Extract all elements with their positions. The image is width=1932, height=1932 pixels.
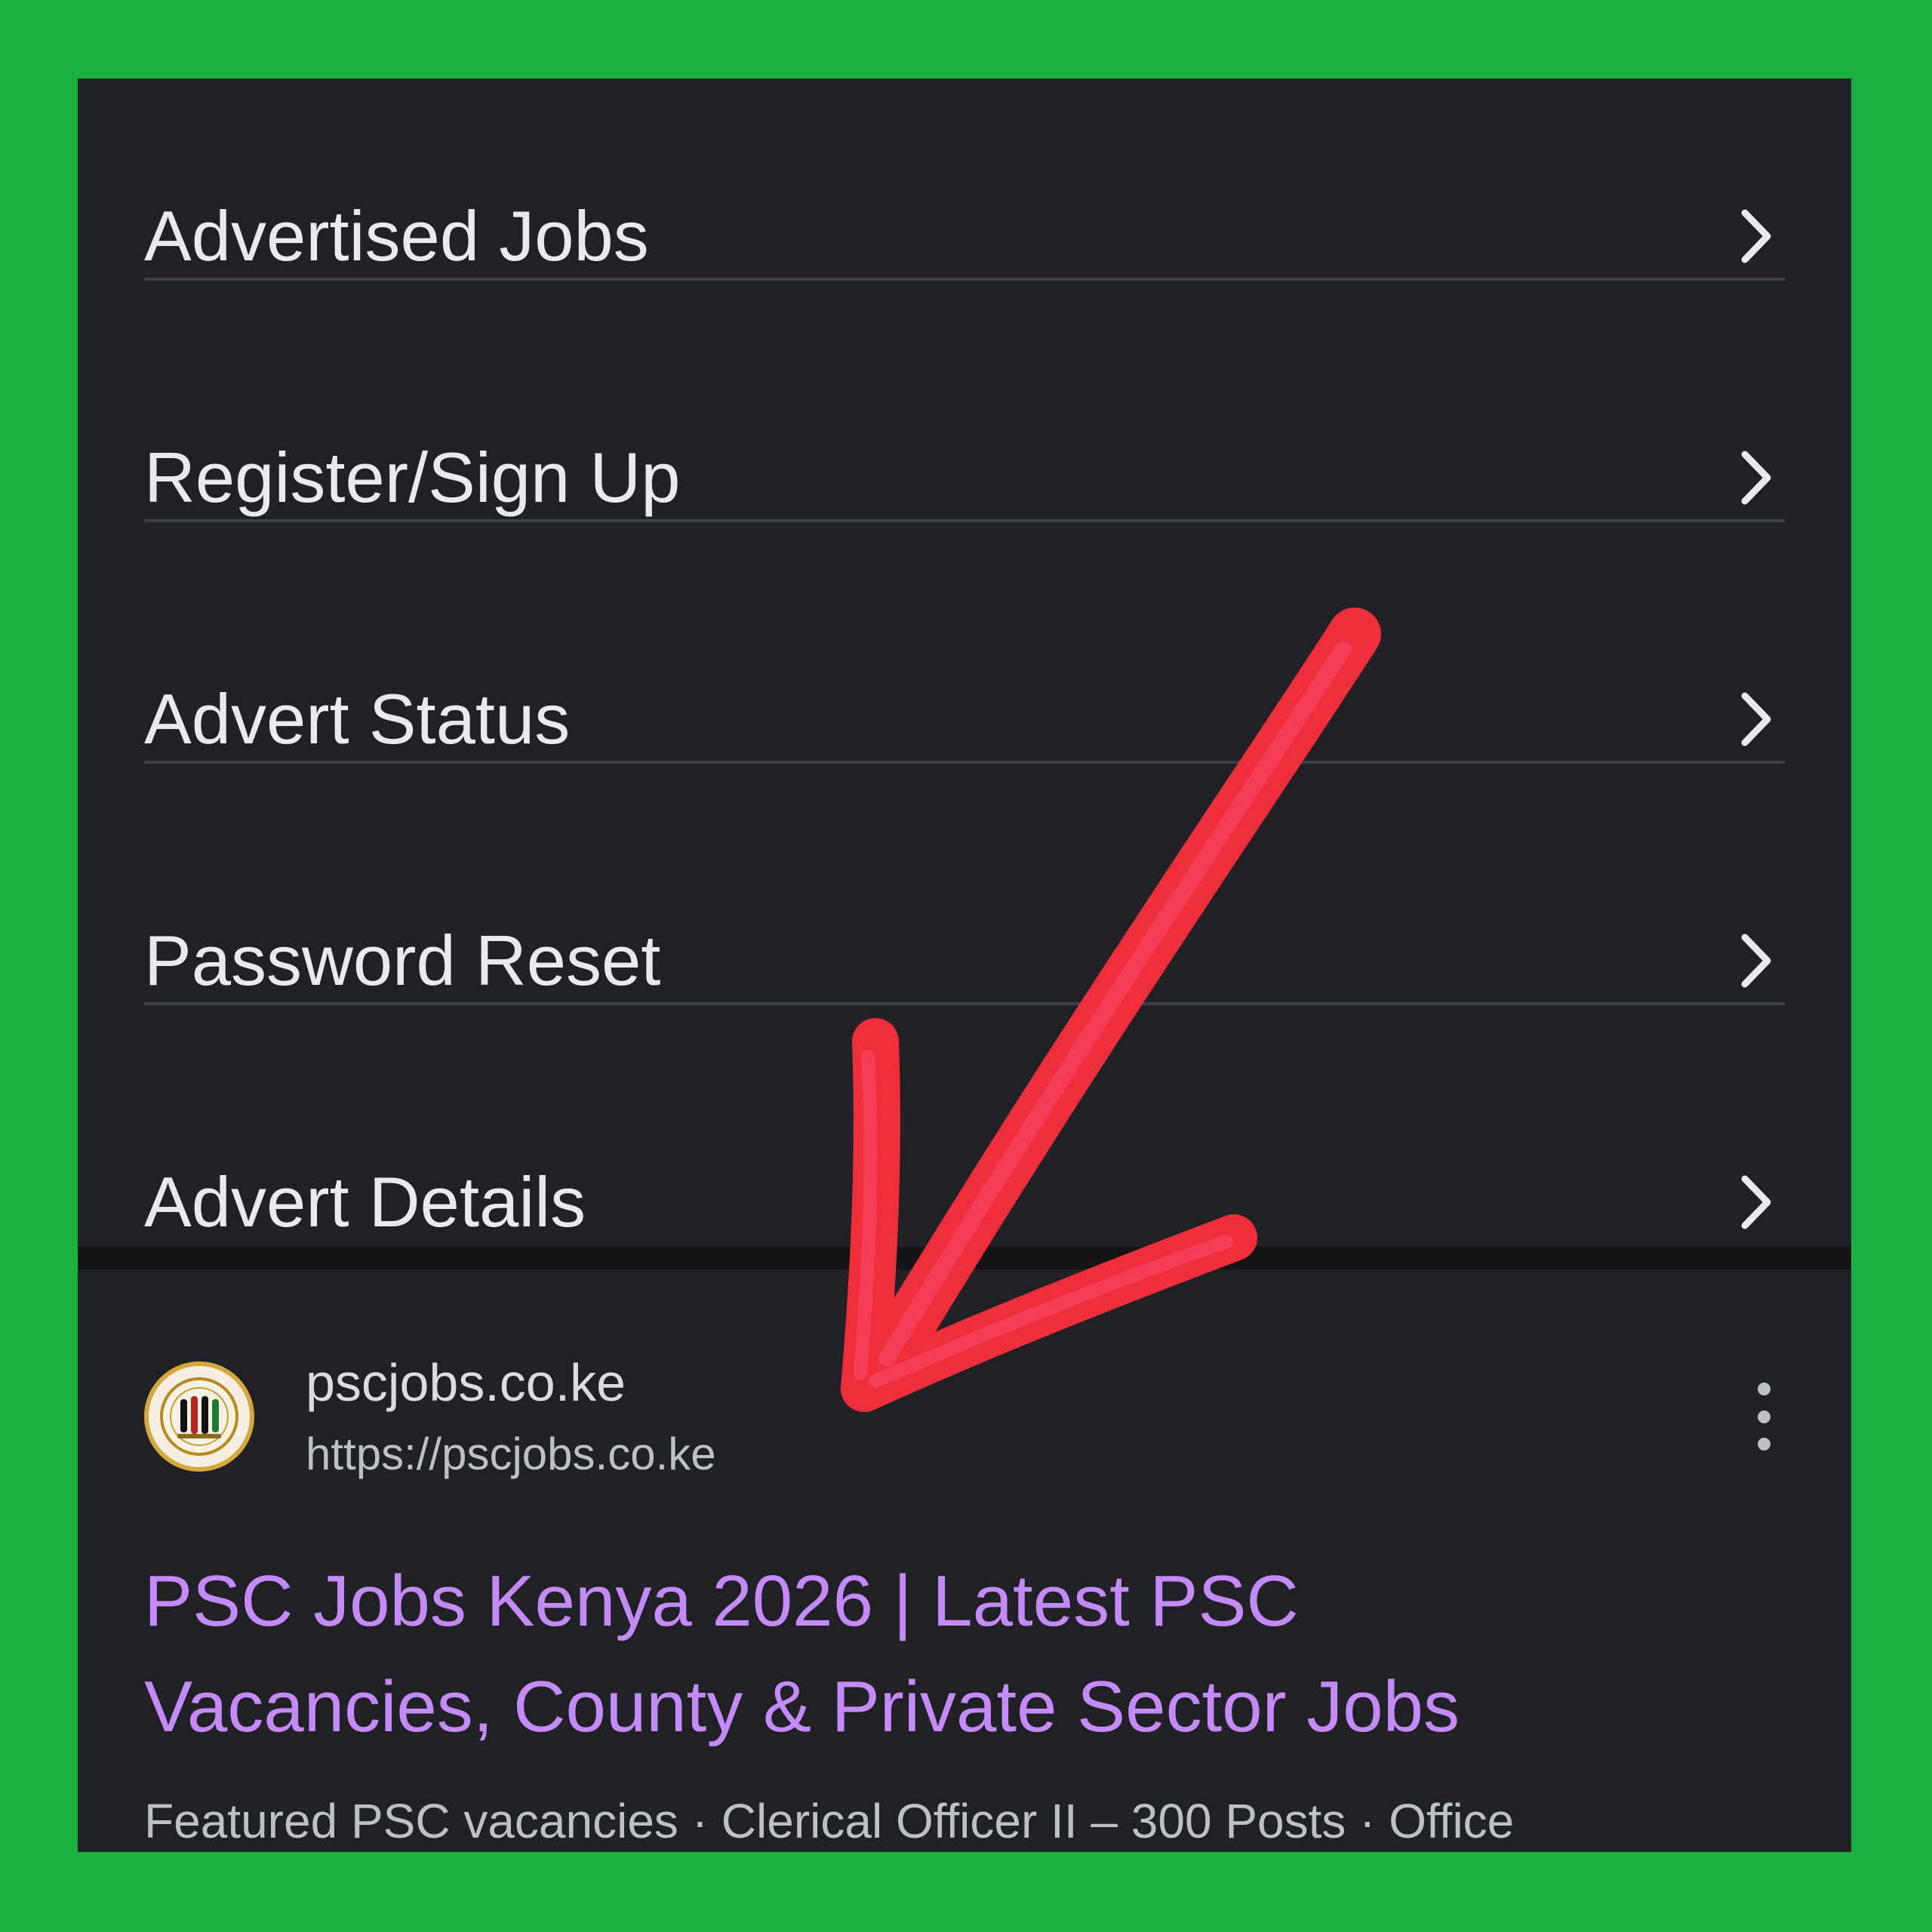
section-separator: [78, 1247, 1851, 1269]
search-result: pscjobs.co.ke https://pscjobs.co.ke PSC …: [78, 1269, 1851, 1852]
chevron-right-icon: [1729, 208, 1785, 264]
site-url[interactable]: https://pscjobs.co.ke: [306, 1428, 716, 1480]
chevron-right-icon: [1729, 691, 1785, 747]
chevron-right-icon: [1729, 933, 1785, 989]
menu-item-label: Password Reset: [144, 921, 661, 1000]
divider: [144, 519, 1785, 522]
chevron-right-icon: [1729, 1174, 1785, 1230]
menu-item-register[interactable]: Register/Sign Up: [144, 358, 1785, 598]
menu-item-label: Advert Status: [144, 679, 571, 758]
menu-item-password-reset[interactable]: Password Reset: [144, 841, 1785, 1081]
divider: [144, 761, 1785, 764]
menu-item-label: Advert Details: [144, 1162, 586, 1241]
result-title-line: Vacancies, County & Private Sector Jobs: [144, 1666, 1460, 1747]
result-title-line: PSC Jobs Kenya 2026 | Latest PSC: [144, 1561, 1299, 1641]
result-title-link[interactable]: PSC Jobs Kenya 2026 | Latest PSC Vacanci…: [144, 1549, 1729, 1760]
menu-item-label: Advertised Jobs: [144, 196, 649, 275]
screenshot-frame: Advertised Jobs Register/Sign Up Advert …: [78, 78, 1851, 1852]
site-name[interactable]: pscjobs.co.ke: [306, 1352, 626, 1413]
result-snippet: Featured PSC vacancies · Clerical Office…: [144, 1794, 1515, 1848]
psc-logo-icon[interactable]: [144, 1361, 254, 1472]
chevron-right-icon: [1729, 450, 1785, 506]
menu-item-advert-status[interactable]: Advert Status: [144, 599, 1785, 839]
divider: [144, 278, 1785, 281]
menu-item-advertised-jobs[interactable]: Advertised Jobs: [144, 116, 1785, 356]
menu-item-label: Register/Sign Up: [144, 438, 681, 517]
divider: [144, 1002, 1785, 1005]
more-vert-icon[interactable]: [1749, 1383, 1779, 1451]
